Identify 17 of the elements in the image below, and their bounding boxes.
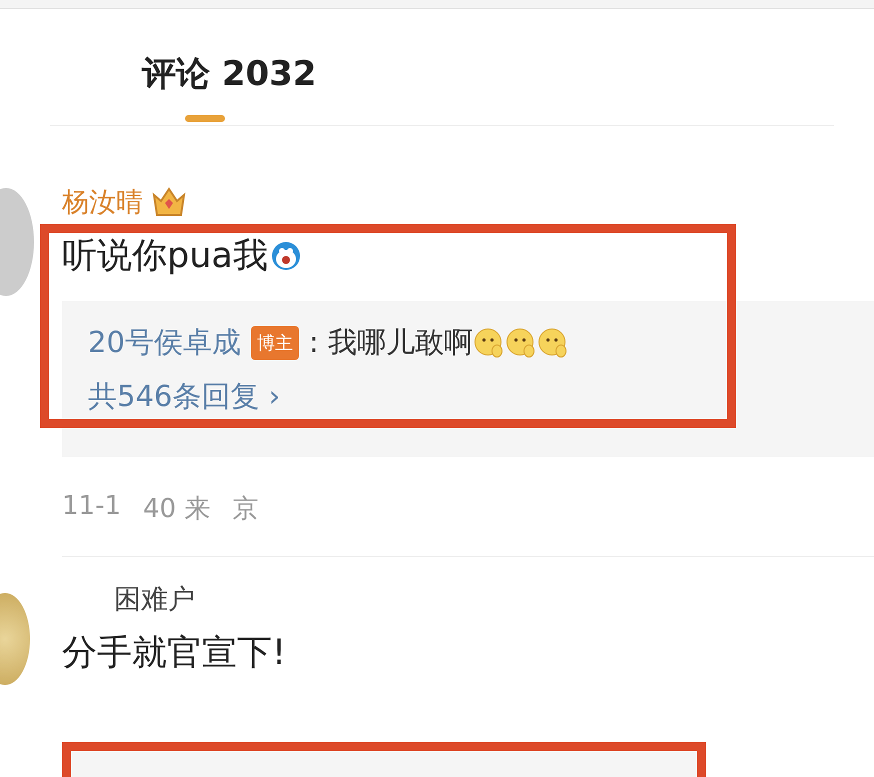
comment-meta: 40 来: [143, 493, 210, 526]
emoji-icon: [536, 327, 569, 359]
user-name[interactable]: 杨汝晴: [62, 184, 143, 220]
crown-icon: [151, 185, 187, 219]
comment-meta: 11-1: [62, 491, 122, 523]
user-name[interactable]: 困难户: [114, 581, 195, 617]
author-badge: 博主: [250, 326, 299, 360]
comment-text: 分手就官宣下!: [62, 632, 286, 675]
more-replies-link[interactable]: 共546条回复 ›: [88, 377, 874, 417]
emoji-icon: [504, 327, 537, 359]
reply-author[interactable]: 20号侯卓成: [88, 323, 241, 363]
reply-text: : 我哪儿敢啊: [308, 324, 473, 361]
emoji-icon: [472, 327, 505, 359]
comment-meta: 京: [232, 493, 258, 526]
comments-tab[interactable]: 评论 2032: [142, 9, 316, 122]
emoji-icon: [270, 240, 302, 272]
comment-text: 听说你pua我: [62, 235, 268, 278]
